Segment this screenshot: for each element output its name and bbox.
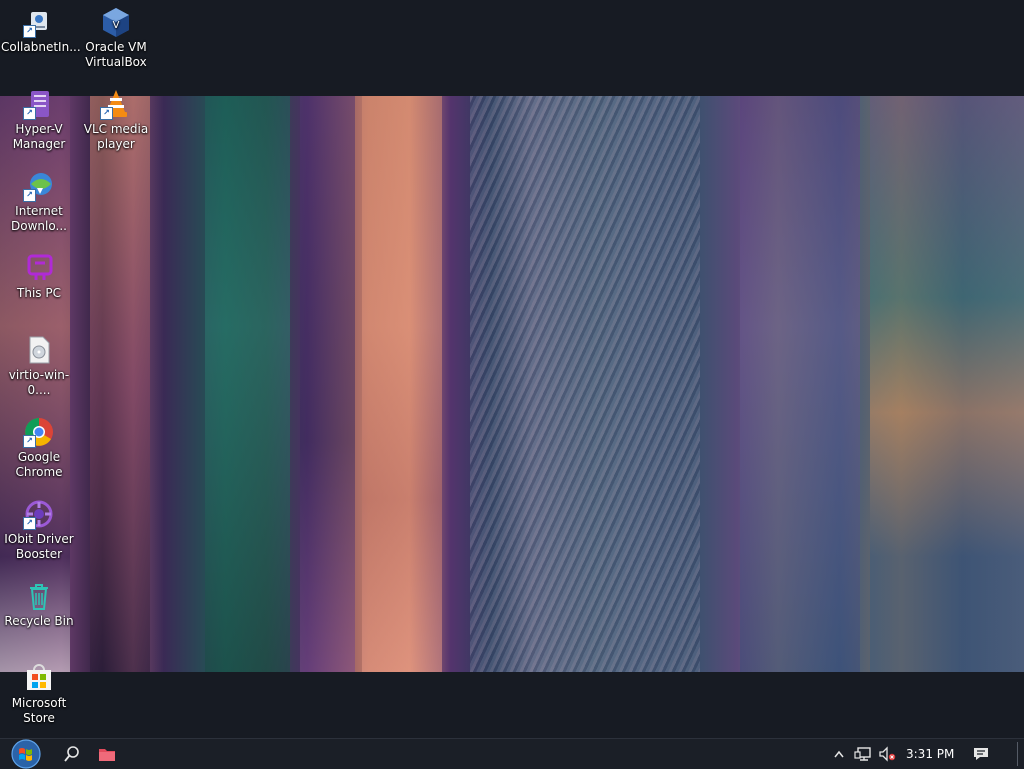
internet-download-icon: ↗ [23, 170, 55, 202]
desktop[interactable]: ↗ CollabnetIn... V Oracle VM VirtualBox … [0, 0, 1024, 738]
icon-label: Hyper-V Manager [12, 122, 66, 151]
disc-image-icon [23, 334, 55, 366]
desktop-icon-collabnet[interactable]: ↗ CollabnetIn... [1, 6, 81, 55]
taskbar-file-explorer[interactable] [94, 739, 120, 769]
show-desktop-button[interactable] [1012, 739, 1022, 769]
icon-label: IObit Driver Booster [4, 532, 74, 561]
show-hidden-icons-button[interactable] [830, 739, 848, 769]
virtualbox-icon: V [100, 6, 132, 38]
volume-muted-icon [879, 746, 896, 762]
icon-label: Internet Downlo... [11, 204, 67, 233]
volume-tray-button[interactable] [876, 739, 898, 769]
desktop-icon-internet-download-manager[interactable]: ↗ Internet Downlo... [1, 170, 77, 234]
recycle-bin-icon [23, 580, 55, 612]
desktop-icon-iobit-driver-booster[interactable]: ↗ IObit Driver Booster [1, 498, 77, 562]
wallpaper-stripe [470, 96, 700, 672]
shortcut-arrow-icon: ↗ [23, 25, 36, 38]
collabnet-icon: ↗ [23, 6, 55, 38]
icon-label: Google Chrome [15, 450, 63, 479]
hyperv-icon: ↗ [23, 88, 55, 120]
desktop-icon-this-pc[interactable]: This PC [1, 252, 77, 301]
wallpaper-stripe [740, 96, 860, 672]
desktop-icon-hyperv[interactable]: ↗ Hyper-V Manager [1, 88, 77, 152]
desktop-icon-google-chrome[interactable]: ↗ Google Chrome [1, 416, 77, 480]
icon-label: Recycle Bin [4, 614, 74, 628]
desktop-icon-microsoft-store[interactable]: Microsoft Store [1, 662, 77, 726]
driver-booster-icon: ↗ [23, 498, 55, 530]
shortcut-arrow-icon: ↗ [23, 189, 36, 202]
start-button[interactable] [6, 739, 46, 769]
desktop-icon-recycle-bin[interactable]: Recycle Bin [1, 580, 77, 629]
svg-text:V: V [113, 20, 120, 31]
file-explorer-icon [99, 749, 115, 761]
shortcut-arrow-icon: ↗ [23, 517, 36, 530]
icon-label: Oracle VM VirtualBox [85, 40, 147, 69]
this-pc-icon [23, 252, 55, 284]
wallpaper-stripe [362, 96, 442, 672]
clock-time[interactable]: 3:31 PM [906, 747, 954, 761]
chrome-icon: ↗ [23, 416, 55, 448]
wallpaper-stripe [300, 96, 355, 672]
wallpaper-stripe [870, 96, 1024, 672]
icon-label: virtio-win-0.... [8, 368, 70, 397]
shortcut-arrow-icon: ↗ [23, 435, 36, 448]
taskbar: 3:31 PM [0, 738, 1024, 769]
icon-label: Microsoft Store [11, 696, 67, 725]
shortcut-arrow-icon: ↗ [23, 107, 36, 120]
vlc-icon: ↗ [100, 88, 132, 120]
windows-start-icon [11, 739, 41, 769]
icon-label: VLC media player [83, 122, 149, 151]
search-button[interactable] [58, 739, 86, 769]
network-icon [854, 747, 871, 761]
desktop-icon-vlc[interactable]: ↗ VLC media player [78, 88, 154, 152]
desktop-icon-virtio-iso[interactable]: virtio-win-0.... [1, 334, 77, 398]
shortcut-arrow-icon: ↗ [100, 107, 113, 120]
show-hidden-icons-icon [834, 750, 844, 758]
microsoft-store-icon [23, 662, 55, 694]
network-tray-button[interactable] [852, 739, 874, 769]
action-center-button[interactable] [966, 739, 996, 769]
wallpaper-stripe [90, 96, 150, 672]
desktop-wallpaper [0, 96, 1024, 672]
wallpaper-stripe [205, 96, 290, 672]
icon-label: CollabnetIn... [1, 40, 81, 54]
icon-label: This PC [17, 286, 61, 300]
show-desktop-divider [1016, 742, 1018, 766]
search-icon [64, 746, 79, 762]
action-center-icon [974, 748, 988, 760]
desktop-icon-virtualbox[interactable]: V Oracle VM VirtualBox [78, 6, 154, 70]
